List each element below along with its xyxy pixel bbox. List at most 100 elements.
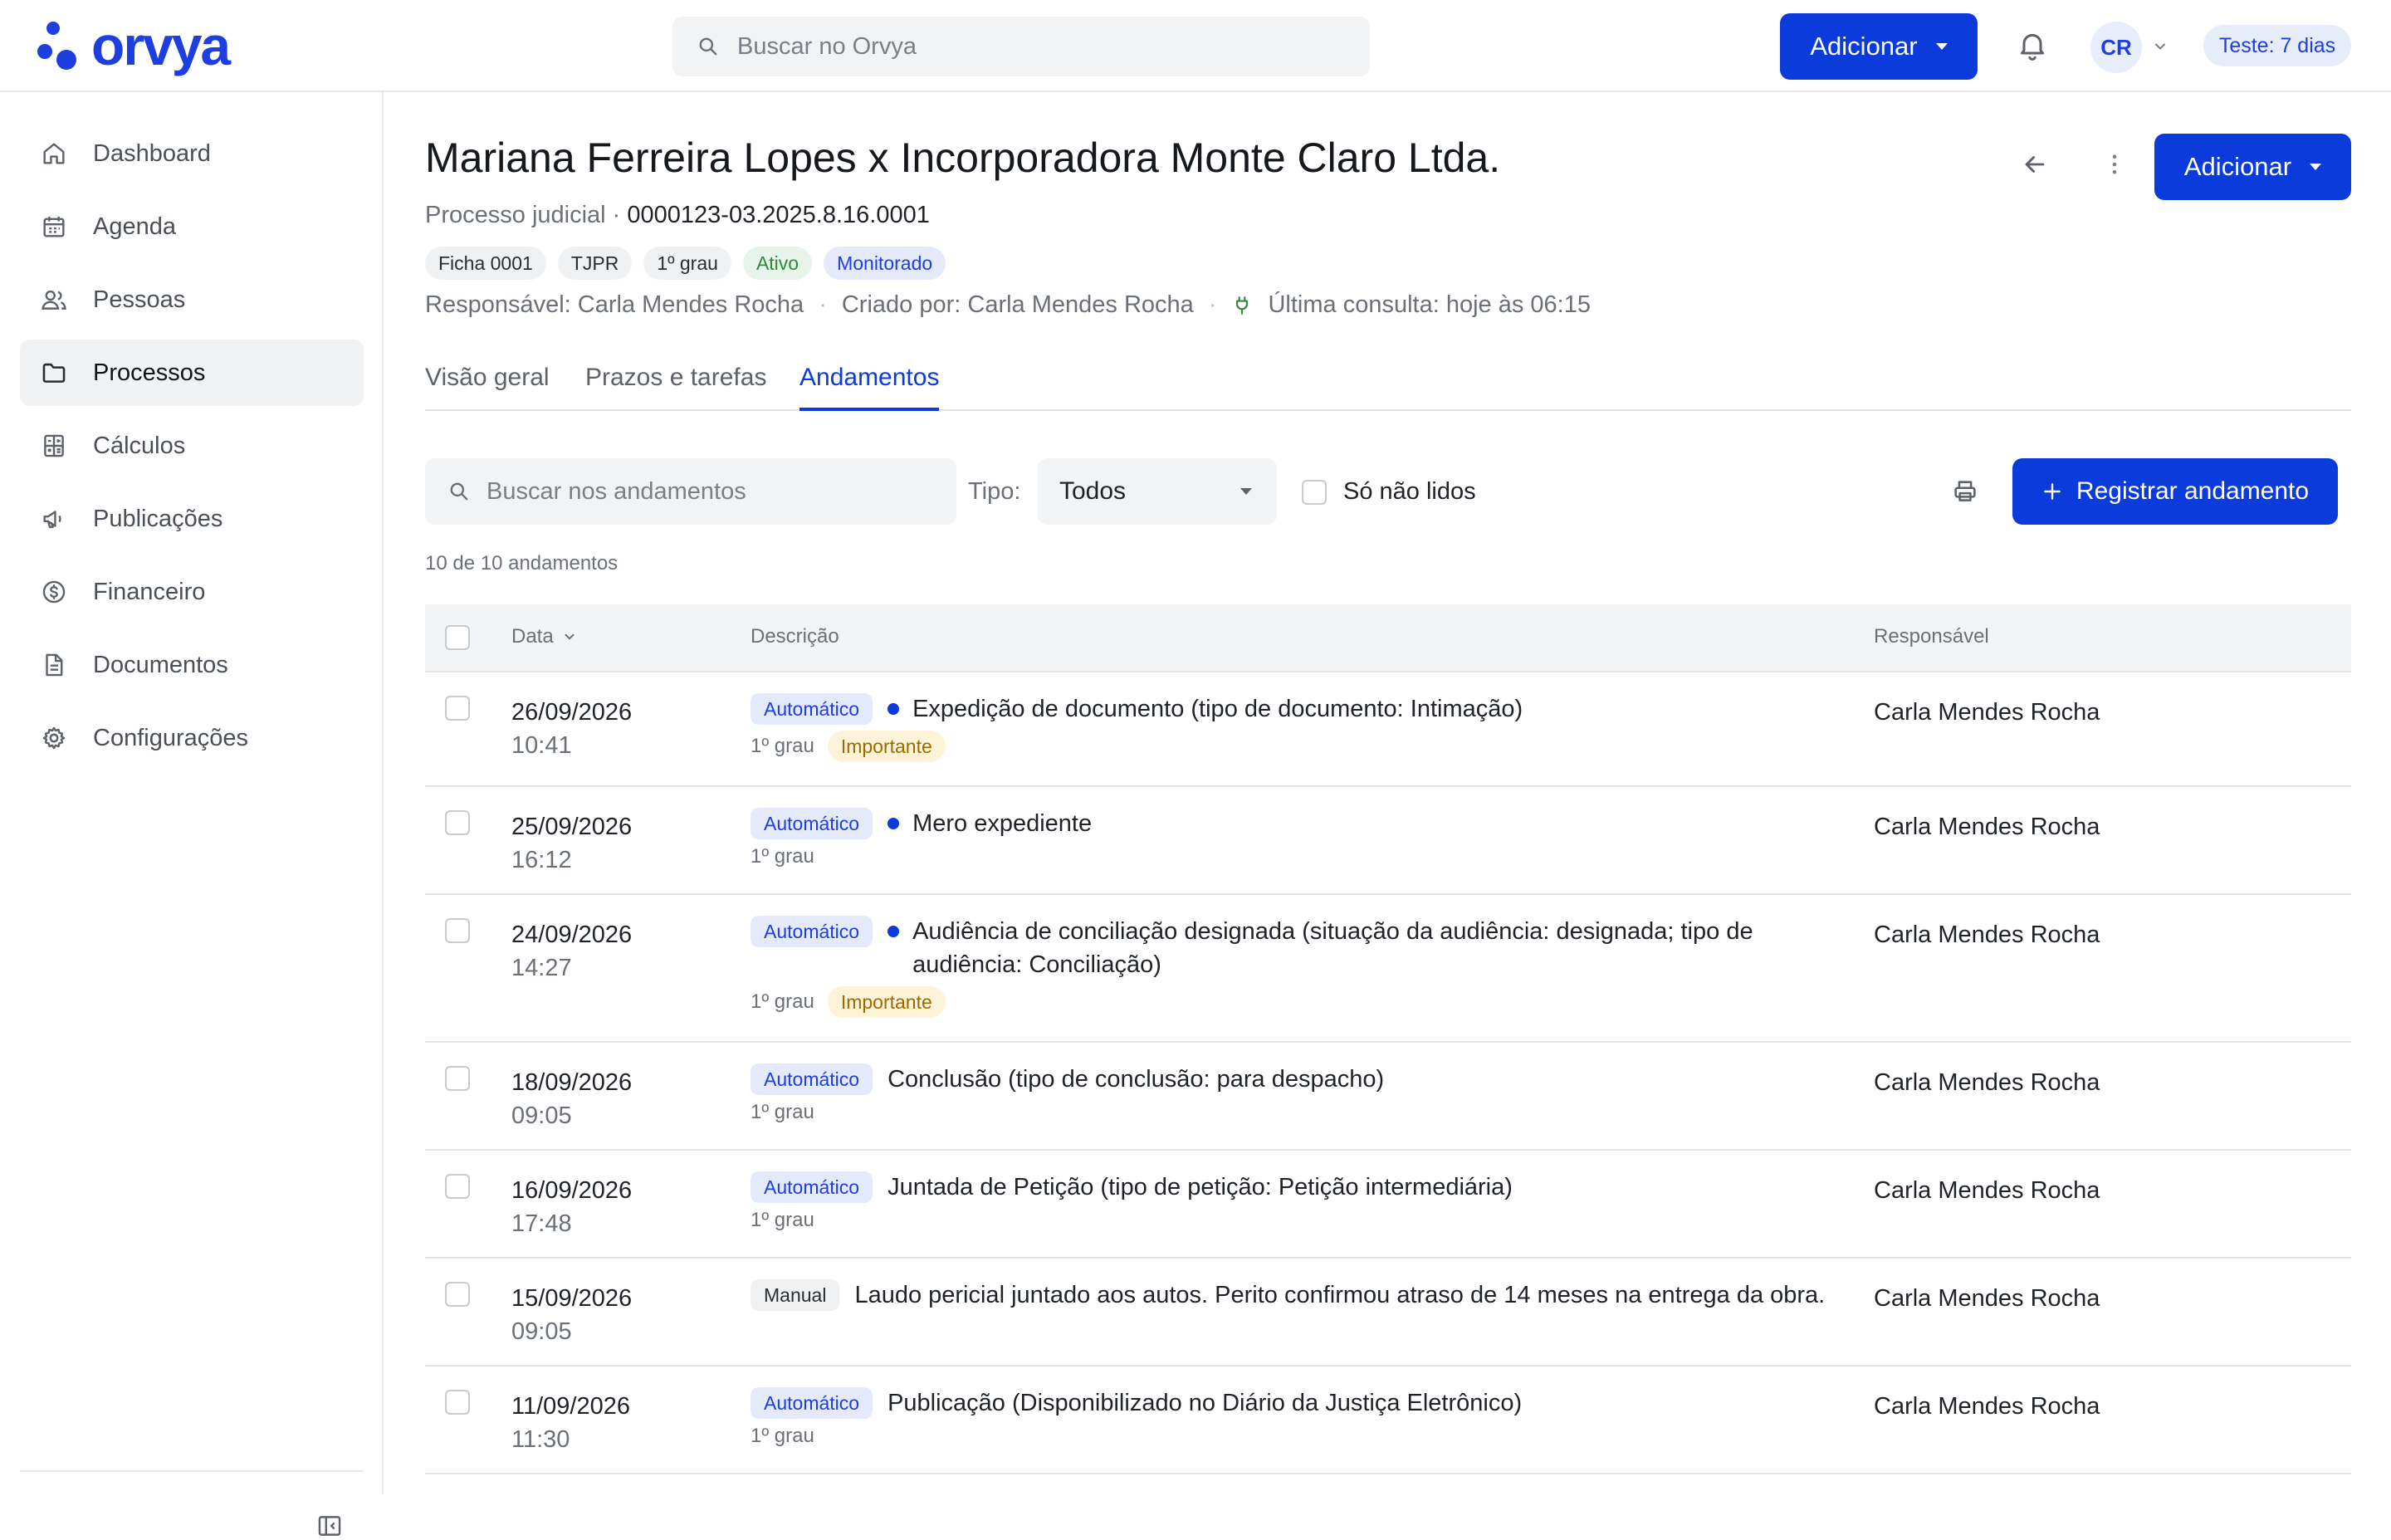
row-description: Manual Laudo pericial juntado aos autos.… <box>751 1278 1846 1312</box>
caret-down-icon <box>1240 488 1252 495</box>
row-checkbox[interactable] <box>445 1282 470 1307</box>
source-badge: Automático <box>751 808 873 839</box>
type-filter-select[interactable]: Todos <box>1038 458 1277 525</box>
add-button-label: Adicionar <box>1810 32 1918 61</box>
unread-only-toggle[interactable]: Só não lidos <box>1302 478 1476 506</box>
tag-ficha: Ficha 0001 <box>425 247 546 280</box>
tag-instance: 1º grau <box>643 247 731 280</box>
sidebar-item-publicacoes[interactable]: Publicações <box>20 486 364 552</box>
last-check-text: Última consulta: hoje às 06:15 <box>1268 291 1591 318</box>
unread-only-checkbox[interactable] <box>1302 479 1327 505</box>
calendar-icon <box>43 216 65 237</box>
row-description: Automático Mero expediente 1º grau <box>751 807 1846 868</box>
sidebar-item-dashboard[interactable]: Dashboard <box>20 120 364 187</box>
row-responsible: Carla Mendes Rocha <box>1874 1177 2100 1204</box>
printer-icon[interactable] <box>1951 477 1979 506</box>
row-date-time: 17:48 <box>511 1210 572 1237</box>
case-subtitle: Processo judicial · 0000123-03.2025.8.16… <box>425 202 930 229</box>
tab-visao-geral[interactable]: Visão geral <box>425 361 550 411</box>
more-vertical-icon[interactable] <box>2100 150 2129 178</box>
main-content: Mariana Ferreira Lopes x Incorporadora M… <box>425 92 2351 1494</box>
folder-icon <box>42 363 66 383</box>
search-placeholder: Buscar nos andamentos <box>487 477 746 505</box>
row-date: 26/09/2026 10:41 <box>511 696 632 762</box>
column-header-date[interactable]: Data <box>511 625 577 648</box>
gear-icon <box>42 726 66 750</box>
register-movement-button[interactable]: Registrar andamento <box>2012 458 2338 525</box>
row-date-day: 11/09/2026 <box>511 1393 630 1420</box>
logo-mark-icon <box>37 22 76 70</box>
sidebar-item-configuracoes[interactable]: Configurações <box>20 705 364 771</box>
add-button[interactable]: Adicionar <box>1780 13 1978 80</box>
row-checkbox[interactable] <box>445 696 470 721</box>
sidebar-item-agenda[interactable]: Agenda <box>20 193 364 260</box>
row-instance: 1º grau <box>751 845 814 868</box>
row-checkbox[interactable] <box>445 810 470 835</box>
row-checkbox[interactable] <box>445 1066 470 1091</box>
row-checkbox[interactable] <box>445 918 470 943</box>
case-add-button[interactable]: Adicionar <box>2154 134 2351 200</box>
status-badge: Ativo <box>742 247 813 280</box>
unread-dot-icon <box>887 703 900 715</box>
search-icon <box>450 482 468 501</box>
movements-search-input[interactable]: Buscar nos andamentos <box>425 458 956 525</box>
sidebar-item-pessoas[interactable]: Pessoas <box>20 266 364 333</box>
sidebar-item-documentos[interactable]: Documentos <box>20 632 364 698</box>
trial-badge[interactable]: Teste: 7 dias <box>2203 25 2351 66</box>
meta-separator: · <box>1208 291 1217 318</box>
table-row[interactable]: 16/09/2026 17:48 Automático Juntada de P… <box>425 1151 2351 1259</box>
table-row[interactable]: 25/09/2026 16:12 Automático Mero expedie… <box>425 787 2351 895</box>
source-badge: Automático <box>751 916 873 947</box>
sidebar-item-label: Processos <box>93 359 206 386</box>
table-row[interactable]: 15/09/2026 09:05 Manual Laudo pericial j… <box>425 1259 2351 1366</box>
row-checkbox[interactable] <box>445 1390 470 1415</box>
collapse-sidebar-icon[interactable] <box>315 1512 344 1540</box>
sidebar-item-label: Documentos <box>93 651 228 678</box>
plug-icon <box>1236 296 1249 315</box>
bell-icon[interactable] <box>2016 28 2049 61</box>
people-icon <box>42 290 66 310</box>
tab-andamentos[interactable]: Andamentos <box>799 361 940 411</box>
row-date-time: 09:05 <box>511 1102 572 1129</box>
chevron-down-icon[interactable] <box>2152 38 2169 55</box>
tab-prazos-tarefas[interactable]: Prazos e tarefas <box>585 361 766 411</box>
row-responsible: Carla Mendes Rocha <box>1874 1393 2100 1420</box>
case-number[interactable]: 0000123-03.2025.8.16.0001 <box>627 202 929 228</box>
row-date-time: 10:41 <box>511 732 572 759</box>
sidebar-item-calculos[interactable]: Cálculos <box>20 413 364 479</box>
case-tags: Ficha 0001 TJPR 1º grau Ativo Monitorado <box>425 247 946 280</box>
row-description-text: Publicação (Disponibilizado no Diário da… <box>887 1390 1523 1416</box>
unread-dot-icon <box>887 926 900 937</box>
table-row[interactable]: 24/09/2026 14:27 Automático Audiência de… <box>425 895 2351 1043</box>
row-description-text: Expedição de documento (tipo de document… <box>912 696 1523 722</box>
search-icon <box>699 37 717 56</box>
row-date-time: 11:30 <box>511 1426 570 1453</box>
select-all-checkbox[interactable] <box>445 625 470 650</box>
row-responsible: Carla Mendes Rocha <box>1874 922 2100 948</box>
sidebar-item-processos[interactable]: Processos <box>20 340 364 406</box>
table-row[interactable]: 11/09/2026 11:30 Automático Publicação (… <box>425 1366 2351 1474</box>
sidebar-item-financeiro[interactable]: Financeiro <box>20 559 364 625</box>
responsible-text: Responsável: Carla Mendes Rocha <box>425 291 804 318</box>
row-checkbox[interactable] <box>445 1174 470 1199</box>
sidebar-item-label: Agenda <box>93 213 176 240</box>
table-row[interactable]: 26/09/2026 10:41 Automático Expedição de… <box>425 672 2351 787</box>
row-date: 25/09/2026 16:12 <box>511 810 632 877</box>
table-row[interactable]: 18/09/2026 09:05 Automático Conclusão (t… <box>425 1043 2351 1151</box>
logo[interactable]: orvya <box>37 17 231 75</box>
dollar-icon <box>42 580 66 604</box>
monitored-badge: Monitorado <box>824 247 946 280</box>
meta-separator: · <box>819 291 827 318</box>
source-badge: Automático <box>751 1063 873 1095</box>
global-search-input[interactable]: Buscar no Orvya <box>672 17 1370 76</box>
row-date: 24/09/2026 14:27 <box>511 918 632 985</box>
row-date-day: 26/09/2026 <box>511 699 633 726</box>
row-responsible: Carla Mendes Rocha <box>1874 1069 2100 1096</box>
row-instance: 1º grau <box>751 1101 814 1123</box>
row-date-day: 25/09/2026 <box>511 814 633 840</box>
row-date-time: 09:05 <box>511 1318 572 1345</box>
arrow-left-icon[interactable] <box>2021 150 2049 178</box>
avatar[interactable]: CR <box>2090 22 2142 73</box>
case-type: Processo judicial · <box>425 202 621 228</box>
row-description-text: Conclusão (tipo de conclusão: para despa… <box>887 1066 1385 1093</box>
